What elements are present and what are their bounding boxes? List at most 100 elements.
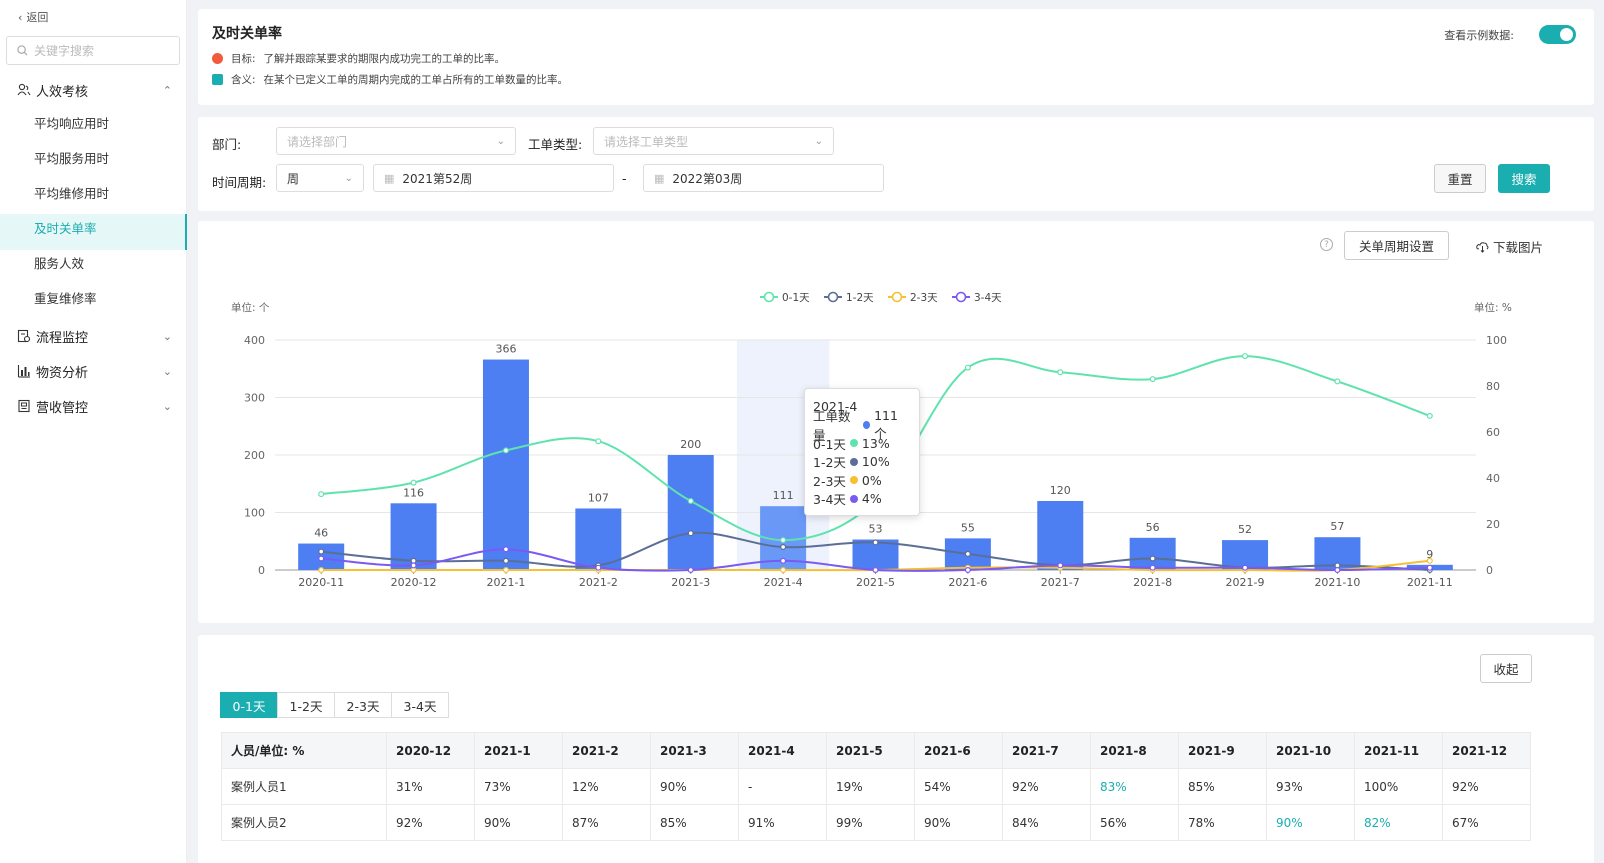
x-tick-label: 2020-11 [298, 576, 344, 589]
sidebar-item-avg-service[interactable]: 平均服务用时 [34, 148, 174, 170]
search-button[interactable]: 搜索 [1498, 164, 1550, 193]
table-row[interactable]: 案例人员2 92% 90% 87% 85% 91% 99% 90% 84% 56% 78% 90% 82… [221, 804, 1531, 841]
tooltip-row: 3-4天 4% [813, 490, 911, 509]
bar-value-label: 107 [588, 491, 609, 504]
nav-group-label: 物资分析 [36, 365, 89, 381]
table-body: 案例人员1 31% 73% 12% 90% -19% 54% 92% 83% 85% 93% 100%… [221, 768, 1531, 841]
table-header-row: 人员/单位: % 2020-12 2021-1 2021-2 2021-3 2021-4 2… [221, 732, 1531, 769]
back-link[interactable]: ‹ 返回 [18, 9, 48, 25]
series-point [1334, 567, 1341, 574]
type-label: 工单类型: [528, 137, 583, 152]
series-point [964, 567, 971, 574]
nav-group-performance[interactable]: 人效考核 ⌃ [16, 79, 172, 101]
series-point [502, 447, 509, 454]
series-point [872, 567, 879, 574]
period-select[interactable]: 周 ⌄ [276, 164, 364, 192]
rate-cell: 83% [1090, 768, 1179, 805]
tooltip-row: 工单数量 111 个 [813, 408, 911, 443]
series-point [410, 562, 417, 569]
type-placeholder: 请选择工单类型 [604, 134, 689, 149]
series-point [502, 546, 509, 553]
sample-data-toggle[interactable] [1539, 25, 1576, 44]
chevron-down-icon: ⌄ [162, 399, 172, 413]
y-tick-label-right: 60 [1486, 426, 1500, 439]
legend-label: 1-2天 [846, 292, 874, 304]
collapse-button[interactable]: 收起 [1480, 654, 1532, 683]
table-header-cell: 2021-7 [1002, 732, 1091, 769]
start-week-picker[interactable]: ▦ 2021第52周 [373, 164, 614, 192]
legend-label: 2-3天 [910, 292, 938, 304]
table-row[interactable]: 案例人员1 31% 73% 12% 90% -19% 54% 92% 83% 85% 93% 100%… [221, 768, 1531, 805]
people-icon [16, 82, 32, 98]
table-card: 收起 0-1天 1-2天 2-3天 3-4天 人员/单位: % 2020-12 20… [198, 635, 1594, 863]
nav-group-label: 流程监控 [36, 330, 89, 346]
y-axis-unit-right: 单位: % [1474, 301, 1512, 314]
x-tick-label: 2021-6 [948, 576, 987, 589]
meaning-label: 含义: [231, 74, 256, 86]
filter-card: 部门: 请选择部门 ⌄ 工单类型: 请选择工单类型 ⌄ 时间周期: 周 ⌄ ▦ … [198, 117, 1594, 211]
rate-cell: 92% [1442, 768, 1531, 805]
sidebar-item-avg-response[interactable]: 平均响应用时 [34, 113, 174, 135]
sidebar-item-repeat-repair[interactable]: 重复维修率 [34, 288, 174, 310]
series-point [687, 530, 694, 537]
table-header-cell: 2020-12 [386, 732, 475, 769]
rate-cell: - [738, 768, 827, 805]
bar-value-label: 111 [773, 489, 794, 502]
type-select[interactable]: 请选择工单类型 ⌄ [593, 127, 834, 155]
series-point [318, 567, 325, 574]
rate-cell: 78% [1178, 804, 1267, 841]
goal-line: 目标: 了解并跟踪某要求的期限内成功完工的工单的比率。 [212, 51, 505, 66]
bar-value-label: 56 [1146, 521, 1160, 534]
rate-cell: 92% [1002, 768, 1091, 805]
back-label: 返回 [26, 11, 49, 24]
series-point [318, 555, 325, 562]
tab-1-2-day[interactable]: 1-2天 [277, 692, 335, 718]
chevron-down-icon: ⌄ [162, 364, 172, 378]
meaning-line: 含义: 在某个已定义工单的周期内完成的工单占所有的工单数量的比率。 [212, 72, 568, 87]
table-header-cell: 2021-11 [1354, 732, 1443, 769]
tooltip-row: 1-2天 10% [813, 453, 911, 472]
x-tick-label: 2021-10 [1314, 576, 1360, 589]
tab-0-1-day[interactable]: 0-1天 [220, 692, 278, 718]
dept-placeholder: 请选择部门 [287, 134, 348, 149]
series-point [595, 438, 602, 445]
toggle-knob [1560, 28, 1573, 41]
series-point [780, 544, 787, 551]
person-name-cell: 案例人员2 [221, 804, 387, 841]
rate-cell: 31% [386, 768, 475, 805]
range-separator: - [622, 171, 627, 186]
table-header-cell: 2021-12 [1442, 732, 1531, 769]
nav-group-materials[interactable]: 物资分析 ⌄ [16, 360, 172, 382]
rate-cell: 93% [1266, 768, 1355, 805]
dept-label: 部门: [212, 137, 242, 152]
chevron-down-icon: ⌄ [814, 135, 823, 147]
series-point [872, 539, 879, 546]
end-week-picker[interactable]: ▦ 2022第03周 [643, 164, 884, 192]
nav-group-process[interactable]: 流程监控 ⌄ [16, 325, 172, 347]
bar-value-label: 52 [1238, 523, 1252, 536]
table-header-cell: 2021-9 [1178, 732, 1267, 769]
sidebar-item-close-rate[interactable]: 及时关单率 [34, 218, 174, 240]
sidebar-item-avg-repair[interactable]: 平均维修用时 [34, 183, 174, 205]
series-point [1149, 564, 1156, 571]
flow-icon [16, 328, 32, 344]
y-tick-label-left: 400 [244, 334, 265, 347]
nav-group-revenue[interactable]: 营收管控 ⌄ [16, 395, 172, 417]
series-point [1149, 555, 1156, 562]
series-dot [849, 457, 858, 466]
tab-3-4-day[interactable]: 3-4天 [391, 692, 449, 718]
table-header-cell: 人员/单位: % [221, 732, 387, 769]
person-name-cell: 案例人员1 [221, 768, 387, 805]
x-tick-label: 2021-2 [579, 576, 618, 589]
tab-2-3-day[interactable]: 2-3天 [334, 692, 392, 718]
series-dot [849, 494, 858, 503]
search-input[interactable]: 关键字搜索 [6, 36, 180, 65]
sidebar-item-service-efficiency[interactable]: 服务人效 [34, 253, 174, 275]
rate-cell: 90% [650, 768, 739, 805]
reset-button[interactable]: 重置 [1434, 164, 1486, 193]
dept-select[interactable]: 请选择部门 ⌄ [276, 127, 516, 155]
legend-marker [955, 291, 967, 303]
rate-cell: 90% [914, 804, 1003, 841]
legend-marker [891, 291, 903, 303]
series-point [1426, 564, 1433, 571]
